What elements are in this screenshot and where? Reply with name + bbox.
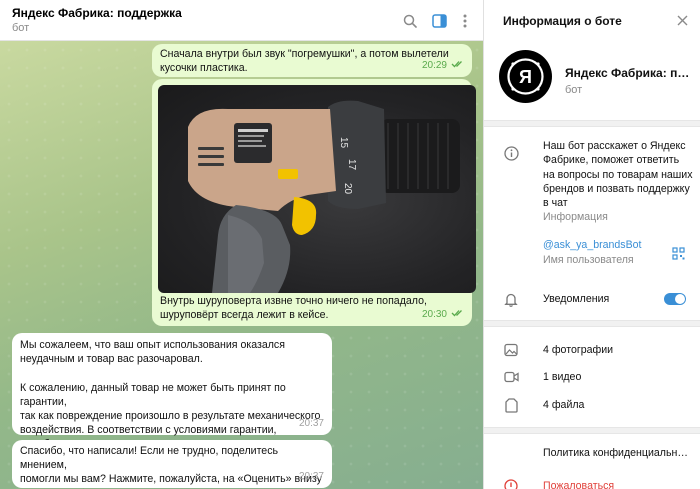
more-vertical-icon[interactable] (455, 11, 475, 31)
privacy-policy-link[interactable]: Политика конфиденциальности (543, 447, 691, 459)
message-meta: 20:37 (299, 470, 324, 484)
username-label: Имя пользователя (543, 254, 634, 266)
shared-videos-count[interactable]: 1 видео (543, 371, 581, 383)
message-photo[interactable]: 15 17 20 (158, 85, 476, 293)
qr-code-icon[interactable] (670, 245, 686, 261)
report-icon (503, 478, 519, 489)
message-time: 20:37 (298, 417, 324, 429)
message-outgoing-photo[interactable]: 15 17 20 Внутрь шуруповерта извне точно … (152, 79, 476, 326)
photo-caption: Внутрь шуруповерта извне точно ничего не… (160, 295, 427, 322)
chat-subtitle: бот (12, 22, 30, 34)
bot-name: Яндекс Фабрика: поддержка (565, 66, 691, 80)
file-icon (503, 397, 519, 413)
close-icon[interactable] (674, 12, 690, 28)
bell-icon (503, 291, 519, 307)
message-meta: 20:29 (422, 59, 464, 73)
message-time: 20:37 (298, 470, 324, 482)
chat-header[interactable]: Яндекс Фабрика: поддержка бот (0, 0, 483, 41)
video-icon (503, 369, 519, 385)
notifications-label: Уведомления (543, 293, 610, 305)
info-panel-title: Информация о боте (503, 14, 622, 28)
message-incoming[interactable]: Мы сожалеем, что ваш опыт использования … (12, 333, 332, 465)
about-label: Информация (543, 211, 608, 223)
message-time: 20:29 (421, 59, 447, 71)
torque-label: 20 (342, 183, 353, 195)
section-divider (484, 120, 700, 127)
shared-files-count[interactable]: 4 файла (543, 399, 584, 411)
avatar[interactable]: Я (499, 50, 552, 103)
message-text: Спасибо, что написали! Если не трудно, п… (20, 445, 322, 489)
message-outgoing[interactable]: Сначала внутри был звук "погремушки", а … (152, 44, 472, 77)
drill-photo-illustration: 15 17 20 (188, 100, 460, 293)
bot-about-text: Наш бот расскажет о Яндекс Фабрике, помо… (543, 140, 693, 210)
shared-photos-count[interactable]: 4 фотографии (543, 344, 613, 356)
avatar-letter: Я (519, 67, 532, 87)
chat-pane: Яндекс Фабрика: поддержка бот Сначала вн… (0, 0, 483, 489)
torque-label: 15 (338, 137, 349, 149)
torque-label: 17 (346, 159, 357, 171)
message-incoming[interactable]: Спасибо, что написали! Если не трудно, п… (12, 440, 332, 489)
message-text: Сначала внутри был звук "погремушки", а … (160, 48, 449, 75)
message-meta: 20:30 (422, 308, 464, 322)
section-divider (484, 320, 700, 327)
section-divider (484, 427, 700, 434)
chat-title[interactable]: Яндекс Фабрика: поддержка (12, 6, 182, 20)
bot-username-link[interactable]: @ask_ya_brandsBot (543, 239, 642, 251)
double-check-icon (451, 308, 464, 322)
search-icon[interactable] (400, 11, 420, 31)
sidebar-toggle-icon[interactable] (429, 11, 449, 31)
message-meta: 20:37 (299, 417, 324, 431)
double-check-icon (451, 59, 464, 73)
report-button[interactable]: Пожаловаться (543, 480, 614, 489)
bot-info-panel: Информация о боте Я Яндекс Фабрика: подд… (483, 0, 700, 489)
info-icon (503, 145, 519, 161)
photo-icon (503, 342, 519, 358)
notifications-toggle[interactable] (664, 293, 686, 305)
message-time: 20:30 (421, 308, 447, 320)
bot-subtitle: бот (565, 84, 583, 96)
